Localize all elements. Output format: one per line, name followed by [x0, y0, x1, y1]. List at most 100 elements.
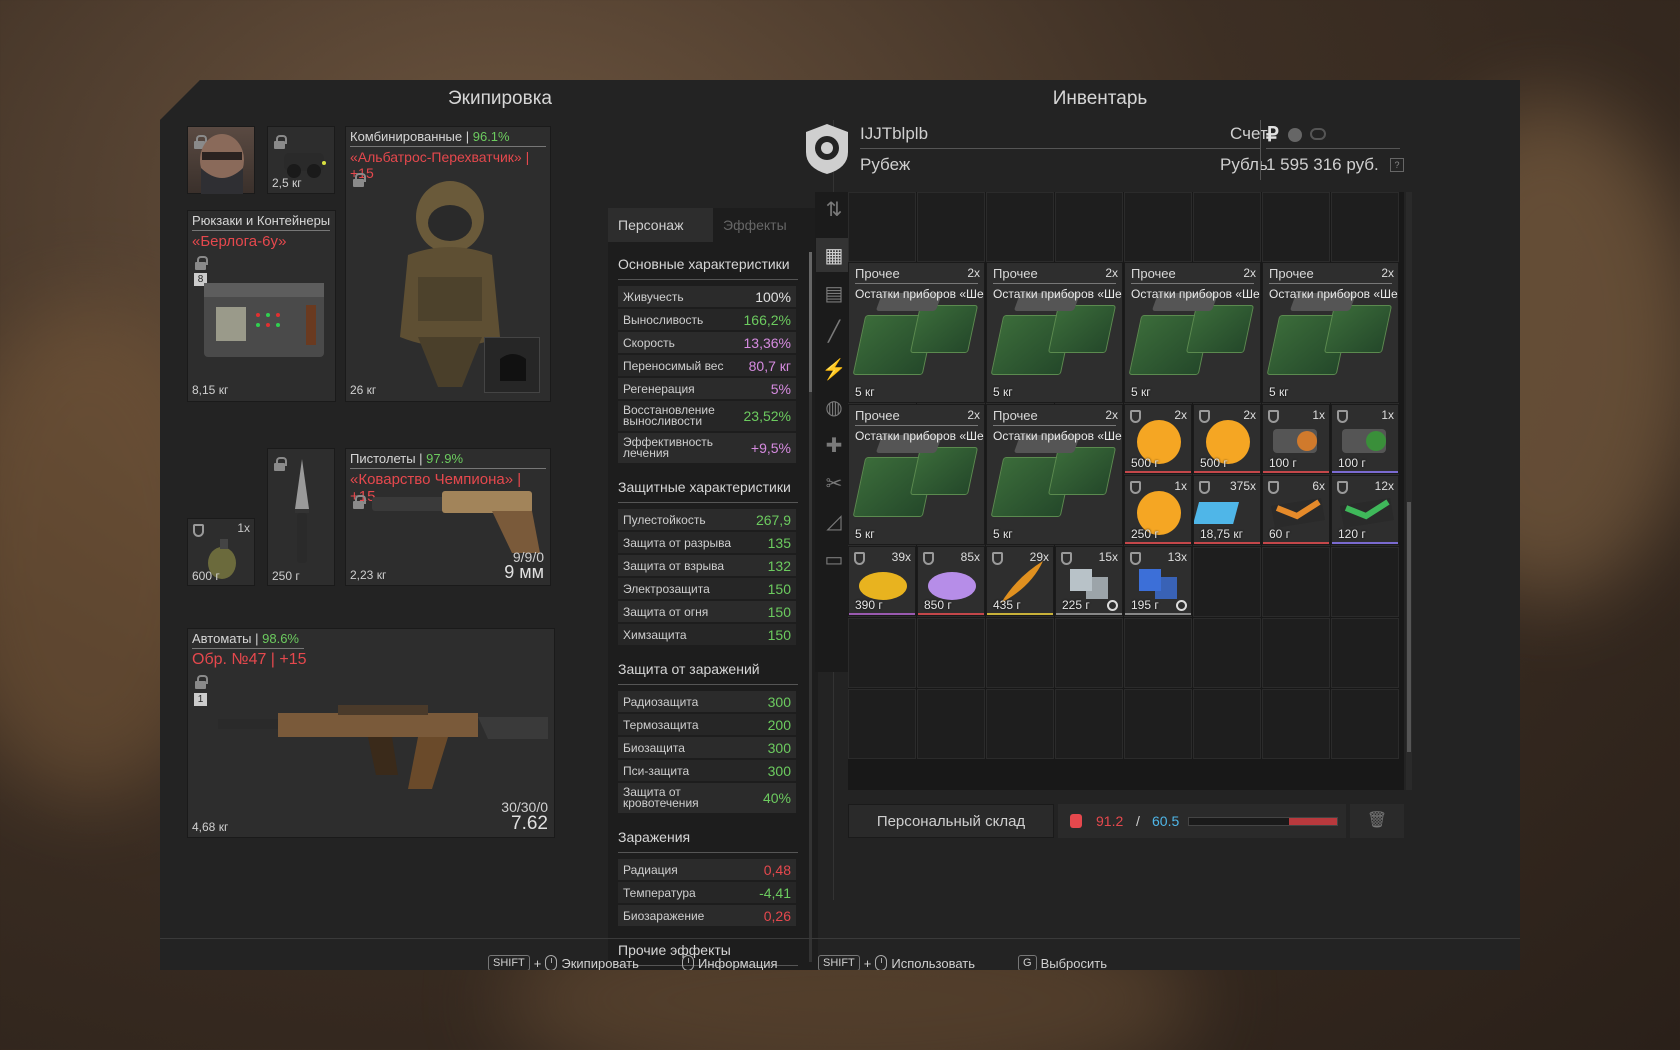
- device-slot[interactable]: 2,5 кг: [267, 126, 335, 194]
- grid-cell[interactable]: [848, 689, 916, 759]
- grid-cell[interactable]: [1055, 618, 1123, 688]
- tools-filter-icon[interactable]: ✂: [816, 466, 852, 500]
- grid-cell[interactable]: [986, 618, 1054, 688]
- container-filter-icon[interactable]: ▭: [816, 542, 852, 576]
- grid-cell[interactable]: [1193, 192, 1261, 262]
- misc-filter-icon[interactable]: ◿: [816, 504, 852, 538]
- inventory-item-device-orange[interactable]: 1x 100 г: [1262, 404, 1330, 475]
- pistol-caliber: 9 мм: [504, 562, 544, 582]
- inventory-item-orange-ball[interactable]: 2x 500 г: [1193, 404, 1261, 475]
- grid-cell[interactable]: [1331, 689, 1399, 759]
- ruble-icon[interactable]: ₽: [1266, 122, 1279, 147]
- help-icon[interactable]: ?: [1390, 158, 1404, 172]
- grid-cell[interactable]: [848, 192, 916, 262]
- stat-section: Радиация 0,48 Температура -4,41 Биозаражение…: [608, 859, 808, 926]
- stat-value: 23,52%: [743, 407, 791, 424]
- grid-cell[interactable]: [1262, 689, 1330, 759]
- attachment-filter-icon[interactable]: ⚡: [816, 352, 852, 386]
- stat-sections: Основные характеристики Живучесть 100% Выно…: [608, 242, 808, 968]
- grid-cell[interactable]: [1331, 618, 1399, 688]
- tab-effects[interactable]: Эффекты: [713, 208, 818, 242]
- trash-button[interactable]: 🗑: [1350, 804, 1404, 838]
- grid-cell[interactable]: [1193, 618, 1261, 688]
- grid-cell[interactable]: [1193, 547, 1261, 617]
- inventory-item-blue-cubes[interactable]: 13x 195 г: [1124, 546, 1192, 617]
- grid-cell[interactable]: [1262, 618, 1330, 688]
- inventory-item-pcb[interactable]: Прочее Остатки приборов «Ше... 2x 5 кг: [1262, 262, 1399, 404]
- inventory-item-box-orange[interactable]: 6x 60 г: [1262, 475, 1330, 546]
- armor-category: Комбинированные: [350, 129, 463, 144]
- grid-view-icon[interactable]: ▦: [816, 238, 852, 272]
- inventory-grid[interactable]: Прочее Остатки приборов «Ше... 2x 5 кг Проче…: [848, 192, 1404, 790]
- grid-cell[interactable]: [986, 192, 1054, 262]
- grid-cell[interactable]: [1055, 689, 1123, 759]
- inventory-item-device-green[interactable]: 1x 100 г: [1331, 404, 1399, 475]
- artifact-filter-icon[interactable]: ◍: [816, 390, 852, 424]
- stat-row: Регенерация 5%: [618, 378, 796, 399]
- inventory-item-purple-powder[interactable]: 85x 850 г: [917, 546, 985, 617]
- sort-icon[interactable]: ⇅: [816, 192, 852, 226]
- inventory-scrollbar[interactable]: [1406, 192, 1412, 790]
- inventory-item-silver-cubes[interactable]: 15x 225 г: [1055, 546, 1123, 617]
- rifle-slot[interactable]: Автоматы | 98.6% Обр. №47 | +15 1 30/30/…: [187, 628, 555, 838]
- tab-character[interactable]: Персонаж: [608, 208, 713, 242]
- inventory-item-pcb[interactable]: Прочее Остатки приборов «Ше... 2x 5 кг: [848, 262, 985, 404]
- armor-filter-icon[interactable]: ▤: [816, 276, 852, 310]
- item-count: 2x: [1105, 408, 1118, 423]
- shield-icon: [1199, 481, 1210, 495]
- grid-cell[interactable]: [1124, 689, 1192, 759]
- stats-scrollbar[interactable]: [809, 252, 812, 962]
- grid-cell[interactable]: [1124, 192, 1192, 262]
- inventory-item-orange-ball[interactable]: 1x 250 г: [1124, 475, 1192, 546]
- medkit-filter-icon[interactable]: ✚: [816, 428, 852, 462]
- shield-icon: [1337, 481, 1348, 495]
- stat-value: 300: [767, 739, 791, 756]
- grid-cell[interactable]: [917, 618, 985, 688]
- grenade-slot[interactable]: 1x 600 г: [187, 518, 255, 586]
- weight-bar-fill: [1289, 818, 1337, 825]
- grid-cell[interactable]: [1124, 618, 1192, 688]
- item-count: 29x: [1029, 550, 1049, 565]
- knife-slot[interactable]: 250 г: [267, 448, 335, 586]
- grid-cell[interactable]: [1331, 547, 1399, 617]
- weapon-filter-icon[interactable]: ╱: [816, 314, 852, 348]
- inventory-item-pcb[interactable]: Прочее Остатки приборов «Ше... 2x 5 кг: [986, 262, 1123, 404]
- grid-cell[interactable]: [848, 618, 916, 688]
- inventory-item-orange-ball[interactable]: 2x 500 г: [1124, 404, 1192, 475]
- armor-slot[interactable]: Комбинированные | 96.1% «Альбатрос-Перех…: [345, 126, 551, 402]
- pistol-slot[interactable]: Пистолеты | 97.9% «Коварство Чемпиона» |…: [345, 448, 551, 586]
- shield-icon: [1130, 481, 1141, 495]
- backpack-name: «Берлога-6у»: [192, 233, 287, 250]
- inventory-item-blue-crystals[interactable]: 375x 18,75 кг: [1193, 475, 1261, 546]
- inventory-item-yellow-powder[interactable]: 39x 390 г: [848, 546, 916, 617]
- stat-value: 150: [767, 603, 791, 620]
- grid-cell[interactable]: [1262, 192, 1330, 262]
- pistol-icon: [372, 491, 540, 553]
- inventory-item-pcb[interactable]: Прочее Остатки приборов «Ше... 2x 5 кг: [986, 404, 1123, 546]
- grid-cell[interactable]: [1055, 192, 1123, 262]
- grid-cell[interactable]: [1193, 689, 1261, 759]
- item-weight: 850 г: [924, 598, 952, 613]
- grid-cell[interactable]: [917, 192, 985, 262]
- rifle-category-line: Автоматы | 98.6%: [192, 631, 299, 646]
- item-weight: 100 г: [1269, 456, 1297, 471]
- link-icon[interactable]: [1310, 128, 1326, 140]
- coin-icon[interactable]: [1288, 128, 1302, 142]
- inventory-item-pcb[interactable]: Прочее Остатки приборов «Ше... 2x 5 кг: [848, 404, 985, 546]
- inventory-item-pcb[interactable]: Прочее Остатки приборов «Ше... 2x 5 кг: [1124, 262, 1261, 404]
- armor-category-line: Комбинированные | 96.1%: [350, 129, 510, 144]
- grid-cell[interactable]: [986, 689, 1054, 759]
- stat-label: Выносливость: [623, 312, 704, 327]
- inventory-item-feather[interactable]: 29x 435 г: [986, 546, 1054, 617]
- item-weight: 5 кг: [1269, 385, 1289, 400]
- grid-cell[interactable]: [917, 689, 985, 759]
- grid-cell[interactable]: [1331, 192, 1399, 262]
- face-slot[interactable]: [187, 126, 255, 194]
- grid-cell[interactable]: [1262, 547, 1330, 617]
- backpack-slot[interactable]: Рюкзаки и Контейнеры «Берлога-6у» 8 8,15…: [187, 210, 336, 402]
- inventory-item-box-green[interactable]: 12x 120 г: [1331, 475, 1399, 546]
- item-count: 2x: [1174, 408, 1187, 423]
- armor-insert-slot[interactable]: [484, 337, 540, 393]
- plus-sign: +: [533, 955, 542, 971]
- storage-button[interactable]: Персональный склад: [848, 804, 1054, 838]
